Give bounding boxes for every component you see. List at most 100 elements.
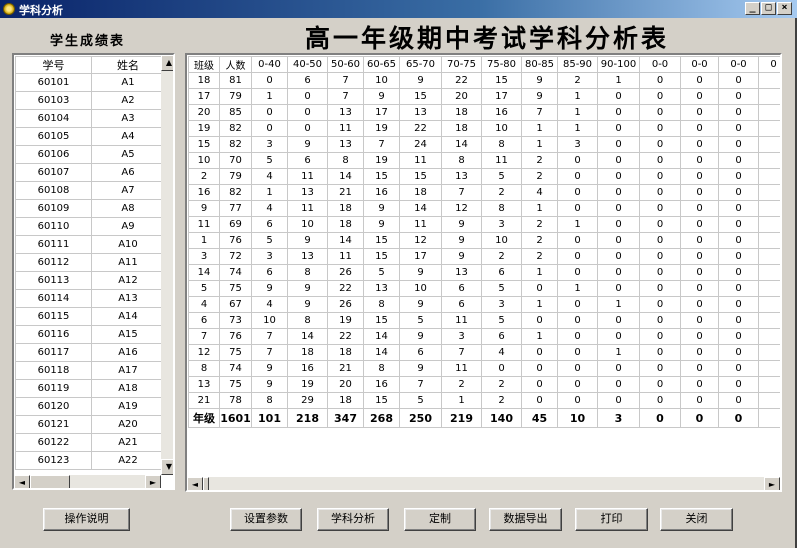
table-cell[interactable]: 0: [521, 312, 558, 329]
table-cell[interactable]: 11: [481, 152, 522, 169]
table-cell[interactable]: 11: [441, 360, 482, 377]
table-cell[interactable]: 9: [441, 232, 482, 249]
table-cell[interactable]: 0: [639, 168, 681, 185]
table-cell[interactable]: 0: [718, 88, 759, 105]
table-cell[interactable]: 3: [251, 136, 288, 153]
table-cell[interactable]: 5: [399, 392, 442, 409]
table-cell[interactable]: 9: [399, 72, 442, 89]
student-name-cell[interactable]: A11: [91, 253, 165, 272]
table-cell[interactable]: 21: [327, 360, 364, 377]
table-cell[interactable]: 11: [287, 200, 328, 217]
table-cell[interactable]: 0: [597, 328, 640, 345]
table-cell[interactable]: 0: [639, 104, 681, 121]
student-name-cell[interactable]: A1: [91, 73, 165, 92]
table-row[interactable]: 60110 A9: [15, 217, 165, 236]
table-row[interactable]: 60118 A17: [15, 361, 165, 380]
column-header[interactable]: 75-80: [481, 56, 522, 73]
table-cell[interactable]: 0: [557, 360, 598, 377]
table-cell[interactable]: 7: [521, 104, 558, 121]
student-id-cell[interactable]: 60116: [15, 325, 92, 344]
table-cell[interactable]: 0: [718, 184, 759, 201]
table-cell[interactable]: 2: [441, 376, 482, 393]
table-row[interactable]: 11 69 6 10 18 9 11 9 3 2 1 0 0 0 0: [188, 216, 780, 233]
table-cell[interactable]: [758, 184, 780, 201]
table-cell[interactable]: 0: [251, 104, 288, 121]
table-cell[interactable]: 1: [251, 88, 288, 105]
table-cell[interactable]: 15: [363, 168, 400, 185]
table-cell[interactable]: 10: [251, 312, 288, 329]
table-cell[interactable]: 11: [287, 168, 328, 185]
table-row[interactable]: 15 82 3 9 13 7 24 14 8 1 3 0 0 0 0: [188, 136, 780, 153]
table-cell[interactable]: 7: [441, 344, 482, 361]
student-name-cell[interactable]: A10: [91, 235, 165, 254]
table-cell[interactable]: 0: [597, 392, 640, 409]
table-cell[interactable]: 13: [188, 376, 220, 393]
table-cell[interactable]: 16: [363, 376, 400, 393]
table-cell[interactable]: 18: [327, 216, 364, 233]
table-row[interactable]: 60115 A14: [15, 307, 165, 326]
table-cell[interactable]: 14: [287, 328, 328, 345]
table-cell[interactable]: [758, 376, 780, 393]
student-id-cell[interactable]: 60113: [15, 271, 92, 290]
table-cell[interactable]: 0: [521, 392, 558, 409]
table-cell[interactable]: 0: [680, 104, 719, 121]
table-cell[interactable]: 16: [363, 184, 400, 201]
total-cell[interactable]: 3: [597, 408, 640, 428]
student-id-cell[interactable]: 60122: [15, 433, 92, 452]
table-cell[interactable]: 15: [481, 72, 522, 89]
table-cell[interactable]: 82: [219, 136, 252, 153]
table-cell[interactable]: 0: [680, 360, 719, 377]
table-cell[interactable]: 9: [287, 296, 328, 313]
table-cell[interactable]: 0: [557, 376, 598, 393]
table-cell[interactable]: 21: [188, 392, 220, 409]
table-cell[interactable]: 14: [399, 200, 442, 217]
total-cell[interactable]: 268: [363, 408, 400, 428]
maximize-button[interactable]: □: [761, 2, 776, 15]
table-cell[interactable]: 8: [481, 200, 522, 217]
table-cell[interactable]: [758, 280, 780, 297]
scroll-left-icon[interactable]: ◄: [14, 475, 30, 488]
table-cell[interactable]: 20: [188, 104, 220, 121]
table-cell[interactable]: 0: [680, 88, 719, 105]
table-cell[interactable]: 24: [399, 136, 442, 153]
table-cell[interactable]: 7: [363, 136, 400, 153]
table-cell[interactable]: 0: [251, 72, 288, 89]
table-row[interactable]: 60101 A1: [15, 73, 165, 92]
table-cell[interactable]: 7: [327, 72, 364, 89]
table-cell[interactable]: 81: [219, 72, 252, 89]
table-row[interactable]: 2 79 4 11 14 15 15 13 5 2 0 0 0 0 0: [188, 168, 780, 185]
table-cell[interactable]: 0: [521, 360, 558, 377]
table-cell[interactable]: 10: [363, 72, 400, 89]
table-cell[interactable]: 69: [219, 216, 252, 233]
total-cell[interactable]: 0: [680, 408, 719, 428]
table-cell[interactable]: 0: [680, 392, 719, 409]
student-name-cell[interactable]: A7: [91, 181, 165, 200]
table-row[interactable]: 14 74 6 8 26 5 9 13 6 1 0 0 0 0 0: [188, 264, 780, 281]
table-cell[interactable]: [758, 88, 780, 105]
table-cell[interactable]: [758, 328, 780, 345]
table-cell[interactable]: 0: [287, 104, 328, 121]
student-name-cell[interactable]: A5: [91, 145, 165, 164]
student-name-cell[interactable]: A2: [91, 91, 165, 110]
table-cell[interactable]: 0: [718, 360, 759, 377]
table-row[interactable]: 60114 A13: [15, 289, 165, 308]
student-name-cell[interactable]: A6: [91, 163, 165, 182]
table-cell[interactable]: [758, 136, 780, 153]
table-cell[interactable]: 78: [219, 392, 252, 409]
column-header[interactable]: 80-85: [521, 56, 558, 73]
minimize-button[interactable]: _: [745, 2, 760, 15]
table-cell[interactable]: 2: [557, 72, 598, 89]
table-cell[interactable]: 1: [597, 296, 640, 313]
table-cell[interactable]: 0: [639, 328, 681, 345]
table-cell[interactable]: 0: [557, 392, 598, 409]
table-cell[interactable]: 1: [557, 104, 598, 121]
table-cell[interactable]: 0: [251, 120, 288, 137]
table-row[interactable]: 60111 A10: [15, 235, 165, 254]
table-cell[interactable]: 0: [521, 376, 558, 393]
table-cell[interactable]: 17: [481, 88, 522, 105]
table-cell[interactable]: 0: [557, 344, 598, 361]
table-cell[interactable]: 6: [399, 344, 442, 361]
table-cell[interactable]: 9: [521, 72, 558, 89]
column-header[interactable]: 人数: [219, 56, 252, 73]
table-cell[interactable]: 0: [639, 88, 681, 105]
